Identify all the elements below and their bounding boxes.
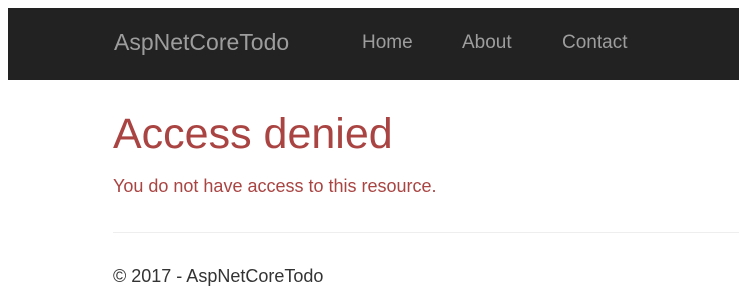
- nav-link-home[interactable]: Home: [362, 31, 413, 55]
- brand-link[interactable]: AspNetCoreTodo: [114, 28, 289, 56]
- footer-divider: [113, 232, 739, 233]
- page-title: Access denied: [113, 110, 393, 158]
- access-denied-message: You do not have access to this resource.: [113, 176, 437, 196]
- page: AspNetCoreTodo Home About Contact Access…: [0, 0, 739, 288]
- footer-copyright: © 2017 - AspNetCoreTodo: [113, 266, 324, 286]
- nav-link-contact[interactable]: Contact: [562, 31, 627, 55]
- nav-link-about[interactable]: About: [462, 31, 512, 55]
- navbar: AspNetCoreTodo Home About Contact: [8, 8, 739, 80]
